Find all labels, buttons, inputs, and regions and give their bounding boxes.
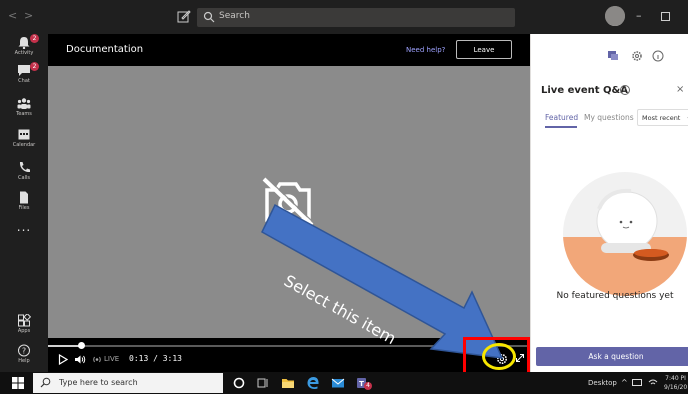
back-button[interactable]: <: [8, 9, 17, 22]
rail-label: Calls: [18, 175, 30, 181]
need-help-link[interactable]: Need help?: [406, 46, 445, 54]
more-icon: ...: [16, 220, 32, 234]
compose-icon[interactable]: [177, 9, 191, 23]
phone-icon: [19, 162, 30, 173]
cortana-icon[interactable]: [232, 376, 246, 390]
close-icon[interactable]: ×: [676, 84, 684, 95]
taskbar-search-placeholder: Type here to search: [59, 378, 138, 387]
rail-label: Activity: [14, 50, 34, 56]
teams-icon: [17, 98, 31, 109]
panel-settings-icon[interactable]: [631, 50, 643, 62]
rail-item-more[interactable]: ...: [0, 220, 48, 234]
search-placeholder: Search: [219, 11, 250, 21]
progress-track[interactable]: [48, 345, 530, 347]
clock-date: 9/16/20: [664, 384, 688, 391]
edge-icon[interactable]: [306, 376, 320, 390]
progress-knob[interactable]: [78, 342, 86, 349]
app-rail: 2 Activity 2 Chat Teams Calendar Calls F…: [0, 34, 48, 372]
meeting-header: Documentation Need help? Leave: [48, 34, 530, 66]
activity-badge: 2: [30, 34, 39, 43]
empty-state-illustration: [563, 172, 687, 296]
empty-state-message: No featured questions yet: [556, 291, 674, 301]
rail-item-calendar[interactable]: Calendar: [0, 128, 48, 148]
teams-taskbar-badge: 4: [364, 382, 372, 390]
rail-label: Calendar: [12, 142, 36, 148]
play-icon[interactable]: [58, 354, 68, 365]
leave-button[interactable]: Leave: [456, 40, 512, 59]
taskbar-search[interactable]: Type here to search: [33, 373, 223, 393]
maximize-button[interactable]: [661, 12, 670, 21]
rail-label: Help: [18, 358, 30, 364]
chat-badge: 2: [30, 62, 39, 71]
question-help-icon[interactable]: ?: [620, 85, 630, 95]
wifi-icon[interactable]: [648, 379, 658, 387]
search-box[interactable]: Search: [197, 8, 515, 27]
camera-off-icon: [262, 176, 315, 227]
task-view-icon[interactable]: [256, 376, 270, 390]
highlight-circle: [482, 343, 516, 370]
rail-item-apps[interactable]: Apps: [0, 314, 48, 334]
tray-chevron-icon[interactable]: ^: [621, 378, 628, 387]
meeting-title: Documentation: [66, 44, 144, 55]
rail-item-activity[interactable]: 2 Activity: [0, 34, 48, 56]
video-stage[interactable]: [48, 66, 530, 338]
apps-icon: [18, 314, 31, 327]
search-icon: [40, 377, 51, 388]
ask-question-button[interactable]: Ask a question: [536, 347, 688, 366]
live-broadcast-icon: [93, 356, 101, 363]
chat-icon: [18, 65, 30, 76]
live-label: LIVE: [104, 355, 120, 363]
panel-info-icon[interactable]: [652, 50, 664, 62]
title-bar: < > Search –: [0, 0, 688, 34]
rail-item-chat[interactable]: 2 Chat: [0, 62, 48, 84]
rail-item-help[interactable]: ? Help: [0, 344, 48, 364]
rail-label: Files: [18, 205, 30, 211]
time-readout: 0:13 / 3:13: [129, 354, 182, 363]
rail-item-teams[interactable]: Teams: [0, 97, 48, 117]
network-icon[interactable]: [632, 379, 642, 387]
system-clock[interactable]: 7:40 PI 9/16/20: [664, 374, 687, 392]
windows-start-icon[interactable]: [12, 377, 24, 389]
rail-label: Chat: [18, 78, 30, 84]
rail-item-calls[interactable]: Calls: [0, 161, 48, 181]
active-tab-indicator: [545, 126, 577, 128]
qa-panel: Live event Q&A ? × Featured My questions…: [530, 34, 688, 372]
presence-status-icon: [605, 6, 625, 26]
rail-label: Apps: [17, 328, 31, 334]
teams-window: < > Search – 2 Activity 2 Chat Teams Cal…: [0, 0, 688, 394]
rail-item-files[interactable]: Files: [0, 191, 48, 211]
help-icon: ?: [18, 344, 30, 357]
volume-icon[interactable]: [74, 354, 86, 365]
file-explorer-icon[interactable]: [281, 376, 295, 390]
file-icon: [20, 191, 28, 204]
desktop-toolbar-label[interactable]: Desktop: [588, 379, 617, 387]
calendar-icon: [18, 129, 30, 140]
panel-title: Live event Q&A: [541, 85, 629, 96]
windows-taskbar: Type here to search T 4 Desktop ^ 7:40 P…: [0, 372, 688, 394]
svg-text:?: ?: [22, 347, 26, 356]
bell-icon: [18, 37, 30, 49]
search-icon: [203, 11, 215, 23]
minimize-button[interactable]: –: [636, 9, 642, 22]
sort-value: Most recent: [642, 114, 681, 122]
clock-time: 7:40 PI: [665, 375, 686, 382]
progress-fill: [48, 345, 82, 347]
rail-label: Teams: [16, 111, 32, 117]
tab-my-questions[interactable]: My questions: [584, 113, 634, 122]
mail-icon[interactable]: [331, 376, 345, 390]
tab-featured[interactable]: Featured: [545, 113, 578, 122]
player-controls: LIVE 0:13 / 3:13: [48, 338, 530, 372]
forward-button[interactable]: >: [24, 9, 33, 22]
sort-dropdown[interactable]: Most recent ⌄: [637, 109, 688, 126]
qa-chat-icon[interactable]: [607, 50, 619, 62]
